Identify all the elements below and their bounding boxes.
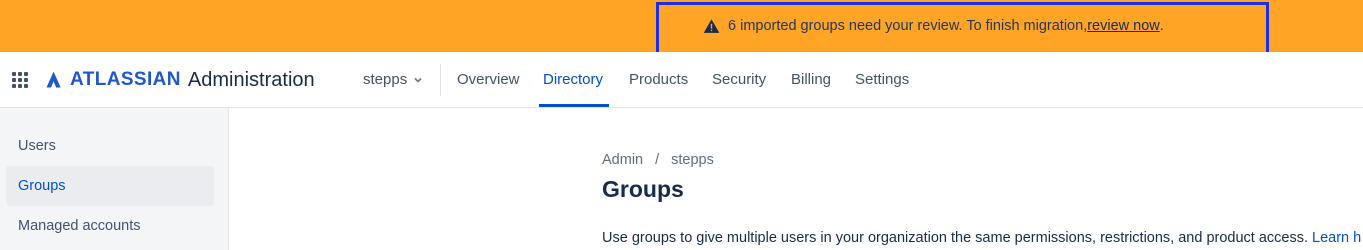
tab-overview[interactable]: Overview xyxy=(457,71,520,88)
banner-message: 6 imported groups need your review. To f… xyxy=(703,17,1164,35)
banner-text: 6 imported groups need your review. To f… xyxy=(728,18,1088,34)
description-text: Use groups to give multiple users in you… xyxy=(602,230,1313,246)
sidebar: Users Groups Managed accounts xyxy=(0,108,229,250)
atlassian-logo-icon xyxy=(46,71,61,88)
logo-word: ATLASSIAN xyxy=(70,69,181,90)
page-description: Use groups to give multiple users in you… xyxy=(602,230,1361,246)
tab-settings[interactable]: Settings xyxy=(855,71,909,88)
breadcrumb-admin[interactable]: Admin xyxy=(602,152,643,168)
tab-products[interactable]: Products xyxy=(629,71,688,88)
sidebar-item-label: Managed accounts xyxy=(18,218,141,234)
warning-icon xyxy=(703,18,720,33)
review-now-link[interactable]: review now xyxy=(1087,18,1160,34)
breadcrumb-separator: / xyxy=(655,152,660,168)
tab-directory[interactable]: Directory xyxy=(543,71,603,88)
logo-product: Administration xyxy=(187,68,315,91)
banner-suffix: . xyxy=(1159,18,1164,34)
nav-divider xyxy=(440,64,441,96)
learn-more-link[interactable]: Learn h xyxy=(1312,230,1361,246)
sidebar-item-label: Groups xyxy=(18,178,66,194)
sidebar-item-users[interactable]: Users xyxy=(6,126,214,166)
sidebar-item-groups[interactable]: Groups xyxy=(6,166,214,206)
grid-icon[interactable] xyxy=(12,72,28,88)
org-name: stepps xyxy=(363,71,408,88)
active-tab-indicator xyxy=(539,104,609,107)
migration-banner: 6 imported groups need your review. To f… xyxy=(0,0,1363,52)
sidebar-item-managed-accounts[interactable]: Managed accounts xyxy=(6,206,214,246)
tab-security[interactable]: Security xyxy=(712,71,766,88)
breadcrumb: Admin / stepps xyxy=(602,152,714,168)
sidebar-item-label: Users xyxy=(18,138,56,154)
org-switcher[interactable]: stepps xyxy=(363,71,423,88)
page-title: Groups xyxy=(602,176,684,202)
top-navigation: ATLASSIAN Administration stepps Overview… xyxy=(0,52,1363,108)
breadcrumb-org[interactable]: stepps xyxy=(671,152,714,168)
chevron-down-icon xyxy=(414,77,422,83)
atlassian-logo[interactable]: ATLASSIAN Administration xyxy=(44,69,315,91)
tab-billing[interactable]: Billing xyxy=(791,71,831,88)
